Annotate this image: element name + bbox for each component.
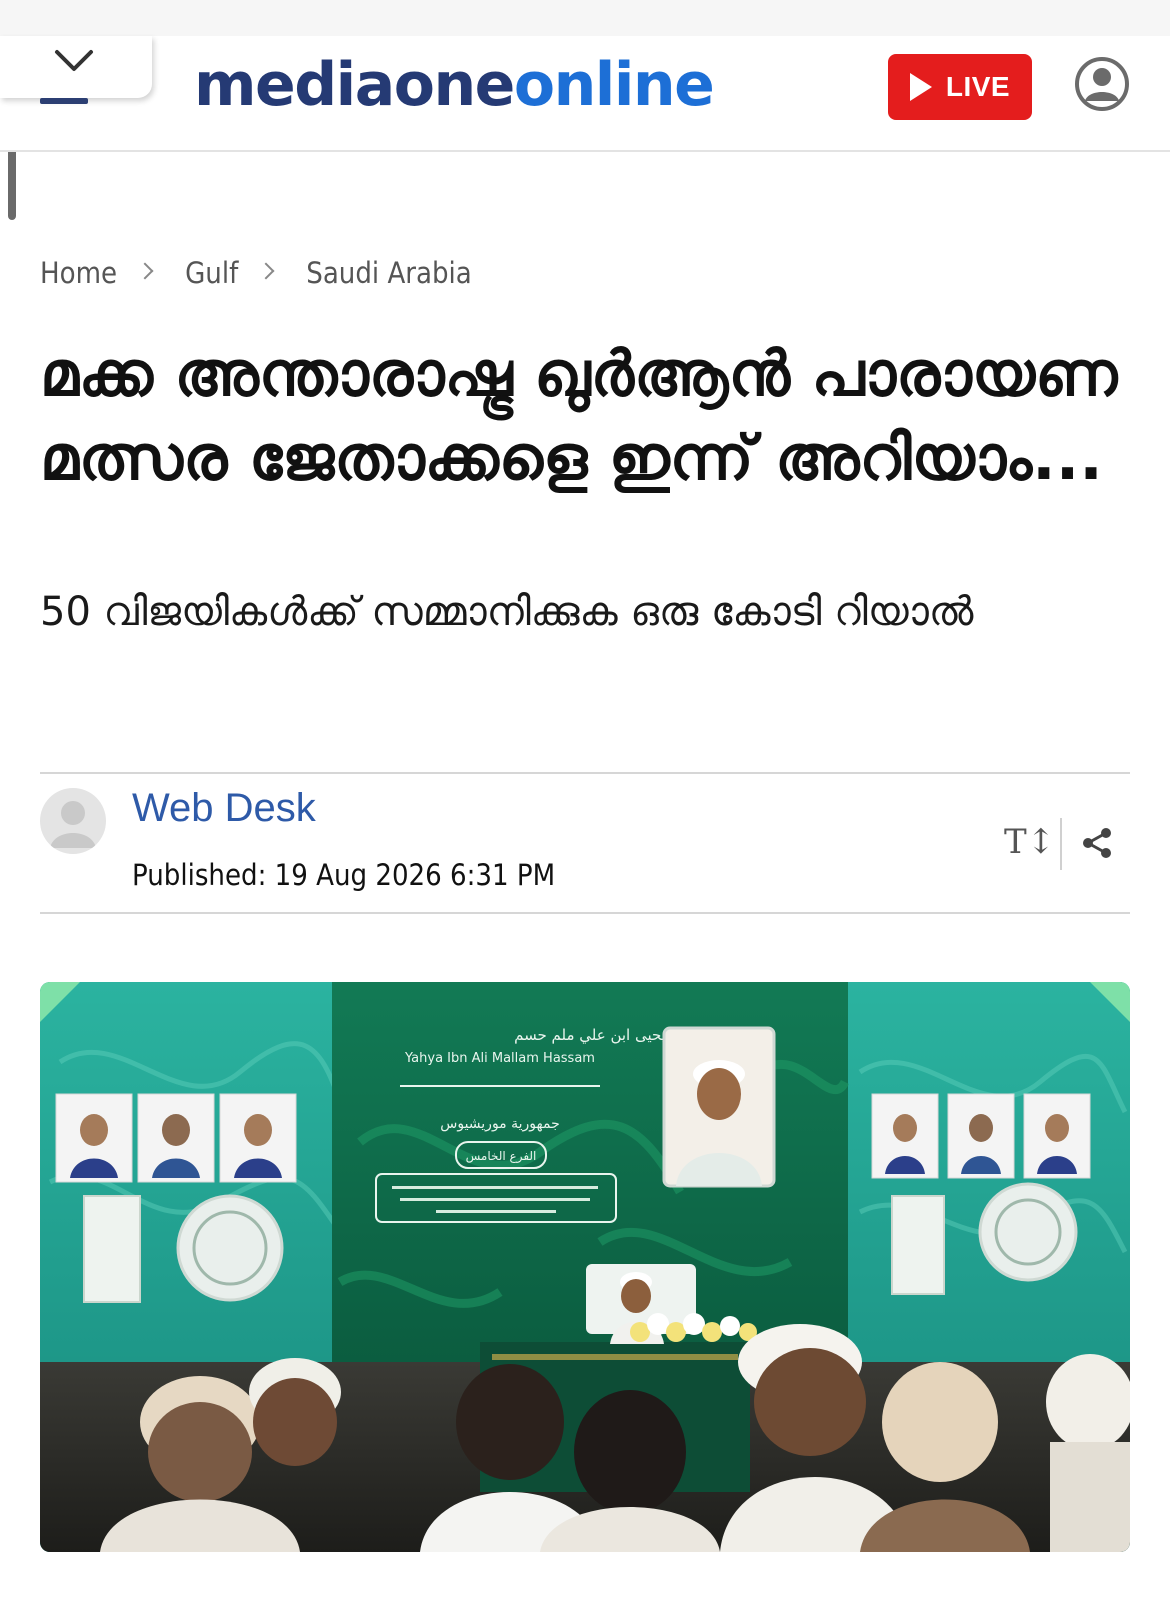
site-header: mediaoneonline LIVE — [0, 36, 1170, 152]
collapse-tab[interactable] — [0, 36, 152, 98]
article-photo[interactable]: يحيى ابن علي ملم حسم Yahya Ibn Ali Malla… — [40, 982, 1130, 1552]
logo-part-1: mediaone — [194, 50, 515, 120]
play-icon — [909, 73, 932, 101]
menu-bar[interactable] — [40, 98, 88, 104]
screen-title-english: Yahya Ibn Ali Mallam Hassam — [404, 1051, 595, 1066]
screen-title-arabic: يحيى ابن علي ملم حسم — [514, 1026, 666, 1045]
breadcrumb: Home Gulf Saudi Arabia — [40, 256, 472, 290]
person-icon — [50, 801, 96, 848]
breadcrumb-gulf[interactable]: Gulf — [185, 256, 238, 290]
chevron-right-icon — [136, 262, 154, 280]
user-account-icon[interactable] — [1074, 56, 1130, 112]
status-strip — [0, 0, 1170, 36]
share-icon[interactable] — [1080, 826, 1114, 860]
article-photo-scene: يحيى ابن علي ملم حسم Yahya Ibn Ali Malla… — [40, 982, 1130, 1552]
published-date: Published: 19 Aug 2026 6:31 PM — [132, 858, 556, 892]
divider-top — [40, 772, 1130, 774]
breadcrumb-home[interactable]: Home — [40, 256, 117, 290]
screen-branch: الفرع الخامس — [466, 1149, 537, 1164]
divider-bottom — [40, 912, 1130, 914]
author-avatar[interactable] — [40, 788, 106, 854]
chevron-down-icon — [55, 50, 93, 71]
toolbar-divider — [1060, 818, 1062, 870]
font-size-button[interactable]: T↕ — [1004, 822, 1055, 862]
breadcrumb-saudi-arabia[interactable]: Saudi Arabia — [306, 256, 472, 290]
site-logo[interactable]: mediaoneonline — [194, 50, 715, 120]
screen-country: جمهورية موريشيوس — [440, 1116, 559, 1132]
live-label: LIVE — [945, 71, 1011, 102]
author-name[interactable]: Web Desk — [132, 786, 316, 831]
chevron-right-icon — [257, 262, 275, 280]
logo-part-2: online — [513, 50, 715, 120]
article-headline: മക്ക അന്താരാഷ്ട്ര ഖുർആൻ പാരായണ മത്സര ജേത… — [40, 337, 1118, 494]
article-subheadline: 50 വിജയികൾക്ക് സമ്മാനിക്കുക ഒരു കോടി റിയ… — [40, 589, 974, 635]
live-button[interactable]: LIVE — [888, 54, 1032, 120]
